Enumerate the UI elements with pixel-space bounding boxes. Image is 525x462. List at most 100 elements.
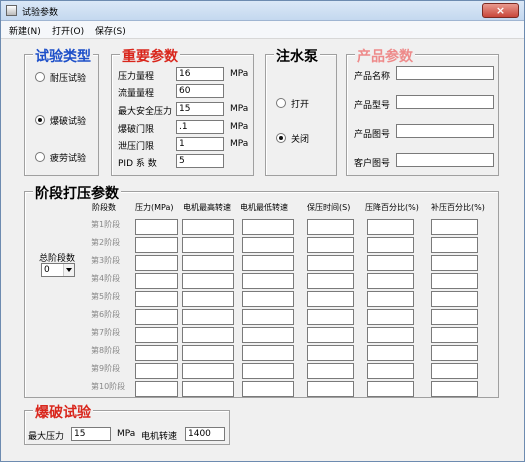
stage-cell-input[interactable] (242, 273, 294, 289)
stage-cell-input[interactable] (135, 381, 178, 397)
important-parameters-group: 重要参数 压力量程 16 MPa 流量量程 60 最大安全压力 15 MPa 爆… (111, 46, 254, 176)
menu-open[interactable]: 打开(O) (52, 24, 84, 37)
stage-cell-input[interactable] (135, 255, 178, 271)
stage-cell-input[interactable] (182, 237, 234, 253)
stage-cell-input[interactable] (367, 219, 414, 235)
app-icon (6, 5, 17, 16)
max-pressure-field[interactable]: 15 (71, 427, 111, 441)
stage-cell-input[interactable] (135, 345, 178, 361)
test-type-label: 爆破试验 (50, 116, 87, 127)
stage-cell-input[interactable] (242, 381, 294, 397)
pressure-range-field[interactable]: 16 (176, 67, 224, 81)
stage-cell-input[interactable] (135, 291, 178, 307)
test-type-option-fatigue[interactable]: 疲劳试验 (35, 150, 86, 164)
pump-option-label: 关闭 (291, 134, 310, 145)
pump-close-option[interactable]: 关闭 (276, 131, 309, 145)
customer-drawing-field[interactable] (396, 153, 494, 167)
stage-cell-input[interactable] (367, 345, 414, 361)
pump-open-option[interactable]: 打开 (276, 96, 309, 110)
stage-cell-input[interactable] (182, 327, 234, 343)
max-safe-pressure-field[interactable]: 15 (176, 102, 224, 116)
stage-cell-input[interactable] (431, 309, 478, 325)
stage-cell-input[interactable] (307, 237, 354, 253)
stage-cell-input[interactable] (367, 255, 414, 271)
stage-cell-input[interactable] (135, 327, 178, 343)
stage-cell-input[interactable] (135, 273, 178, 289)
stage-cell-input[interactable] (135, 219, 178, 235)
burst-threshold-field[interactable]: .1 (176, 120, 224, 134)
total-stage-select[interactable]: 0 (41, 263, 75, 277)
menu-new[interactable]: 新建(N) (9, 24, 41, 37)
product-model-field[interactable] (396, 95, 494, 109)
relief-threshold-unit: MPa (230, 139, 249, 149)
stage-cell-input[interactable] (367, 237, 414, 253)
radio-icon[interactable] (35, 152, 45, 162)
stage-cell-input[interactable] (307, 363, 354, 379)
max-safe-pressure-unit: MPa (230, 104, 249, 114)
stage-cell-input[interactable] (182, 363, 234, 379)
close-button[interactable]: × (482, 3, 519, 18)
stage-cell-input[interactable] (307, 291, 354, 307)
relief-threshold-field[interactable]: 1 (176, 137, 224, 151)
stage-cell-input[interactable] (242, 309, 294, 325)
stage-column-header: 阶段数 (92, 203, 116, 212)
radio-selected-icon[interactable] (276, 133, 286, 143)
menu-save[interactable]: 保存(S) (95, 24, 126, 37)
customer-drawing-label: 客户图号 (354, 159, 391, 169)
title-bar: 试验参数 × (1, 1, 524, 21)
product-drawing-field[interactable] (396, 124, 494, 138)
product-name-field[interactable] (396, 66, 494, 80)
radio-icon[interactable] (276, 98, 286, 108)
stage-cell-input[interactable] (307, 255, 354, 271)
stage-cell-input[interactable] (431, 237, 478, 253)
stage-cell-input[interactable] (431, 381, 478, 397)
stage-cell-input[interactable] (431, 327, 478, 343)
stage-cell-input[interactable] (242, 363, 294, 379)
test-type-option-burst[interactable]: 爆破试验 (35, 113, 86, 127)
stage-cell-input[interactable] (182, 291, 234, 307)
stage-cell-input[interactable] (307, 327, 354, 343)
product-drawing-label: 产品图号 (354, 130, 391, 140)
flow-range-field[interactable]: 60 (176, 84, 224, 98)
stage-cell-input[interactable] (182, 381, 234, 397)
stage-cell-input[interactable] (242, 291, 294, 307)
stage-cell-input[interactable] (431, 345, 478, 361)
stage-cell-input[interactable] (135, 363, 178, 379)
stage-cell-input[interactable] (307, 219, 354, 235)
stage-cell-input[interactable] (367, 309, 414, 325)
stage-cell-input[interactable] (182, 255, 234, 271)
product-model-label: 产品型号 (354, 101, 391, 111)
stage-cell-input[interactable] (242, 327, 294, 343)
stage-cell-input[interactable] (307, 381, 354, 397)
radio-icon[interactable] (35, 72, 45, 82)
stage-cell-input[interactable] (431, 219, 478, 235)
stage-cell-input[interactable] (367, 327, 414, 343)
stage-cell-input[interactable] (367, 291, 414, 307)
stage-cell-input[interactable] (307, 345, 354, 361)
test-type-label: 疲劳试验 (50, 153, 87, 164)
test-type-option-withstand[interactable]: 耐压试验 (35, 70, 86, 84)
stage-cell-input[interactable] (431, 291, 478, 307)
stage-cell-input[interactable] (431, 255, 478, 271)
stage-cell-input[interactable] (431, 363, 478, 379)
stage-cell-input[interactable] (182, 219, 234, 235)
stage-cell-input[interactable] (307, 273, 354, 289)
stage-cell-input[interactable] (135, 309, 178, 325)
stage-cell-input[interactable] (242, 237, 294, 253)
stage-cell-input[interactable] (242, 219, 294, 235)
stage-cell-input[interactable] (367, 363, 414, 379)
stage-cell-input[interactable] (242, 345, 294, 361)
stage-cell-input[interactable] (135, 237, 178, 253)
stage-cell-input[interactable] (367, 273, 414, 289)
stage-cell-input[interactable] (431, 273, 478, 289)
stage-cell-input[interactable] (367, 381, 414, 397)
motor-speed-field[interactable]: 1400 (185, 427, 225, 441)
chevron-down-icon[interactable] (63, 264, 74, 276)
stage-cell-input[interactable] (182, 345, 234, 361)
stage-cell-input[interactable] (182, 309, 234, 325)
stage-cell-input[interactable] (242, 255, 294, 271)
pid-coefficient-field[interactable]: 5 (176, 154, 224, 168)
stage-cell-input[interactable] (182, 273, 234, 289)
radio-selected-icon[interactable] (35, 115, 45, 125)
stage-cell-input[interactable] (307, 309, 354, 325)
